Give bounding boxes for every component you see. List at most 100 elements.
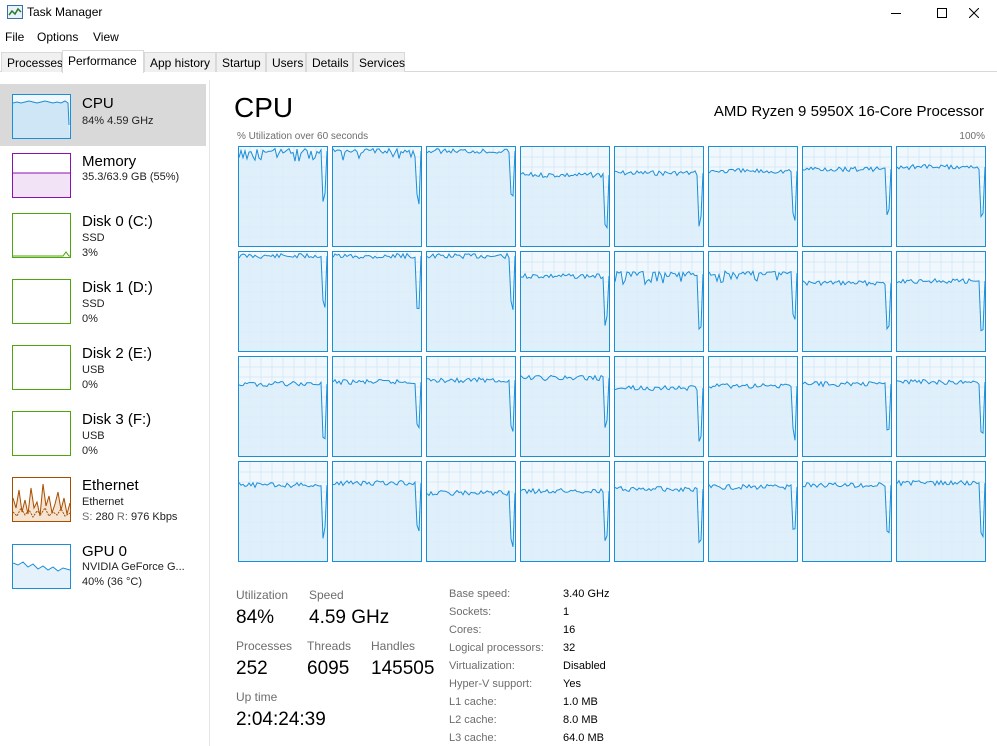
logical-processor-graph	[426, 356, 516, 457]
logical-processor-graph	[802, 356, 892, 457]
spec-label: Sockets:	[449, 606, 492, 618]
logical-processor-graph	[802, 461, 892, 562]
graph-caption: % Utilization over 60 seconds	[237, 131, 369, 142]
tab-processes[interactable]: Processes	[1, 52, 63, 72]
logical-processor-graph	[614, 251, 704, 352]
disk-1-mini-graph	[12, 279, 71, 324]
uptime-value: 2:04:24:39	[236, 709, 326, 730]
disk-0-label: Disk 0 (C:)	[82, 213, 153, 230]
tab-app-history[interactable]: App history	[144, 52, 216, 72]
disk-0-mini-graph-line	[13, 251, 70, 257]
minimize-icon	[891, 13, 901, 14]
gpu-model: NVIDIA GeForce G...	[82, 561, 185, 573]
menu-options[interactable]: Options	[37, 30, 78, 44]
spec-value: 8.0 MB	[563, 714, 598, 726]
cpu-summary: 84% 4.59 GHz	[82, 115, 154, 127]
cpu-mini-graph-line	[13, 100, 70, 138]
logical-processor-graph	[614, 461, 704, 562]
spec-label: Base speed:	[449, 588, 511, 600]
tab-details[interactable]: Details	[306, 52, 353, 72]
cpu-detail-panel: CPU AMD Ryzen 9 5950X 16-Core Processor …	[211, 80, 997, 746]
sidebar-item-gpu-0[interactable]: GPU 0 NVIDIA GeForce G... 40% (36 °C)	[0, 536, 206, 598]
memory-summary: 35.3/63.9 GB (55%)	[82, 171, 180, 183]
memory-mini-graph	[12, 153, 71, 198]
disk-1-type: SSD	[82, 298, 105, 310]
ethernet-mini-graph-lines	[13, 483, 70, 521]
logical-processor-graph	[332, 146, 422, 247]
logical-processor-graph	[896, 356, 986, 457]
close-icon	[969, 8, 979, 18]
maximize-icon	[937, 8, 947, 18]
sidebar-item-disk-3[interactable]: Disk 3 (F:) USB 0%	[0, 404, 206, 466]
sidebar-item-disk-1[interactable]: Disk 1 (D:) SSD 0%	[0, 272, 206, 334]
minimize-button[interactable]	[873, 0, 919, 26]
tab-users[interactable]: Users	[266, 52, 306, 72]
spec-value: 1.0 MB	[563, 696, 598, 708]
logical-processor-graph	[238, 356, 328, 457]
logical-processor-graph	[708, 356, 798, 457]
disk-3-usage: 0%	[82, 445, 98, 457]
logical-processor-graph	[238, 251, 328, 352]
logical-processor-graph	[614, 356, 704, 457]
ethernet-adapter: Ethernet	[82, 496, 124, 508]
spec-value: 64.0 MB	[563, 732, 604, 744]
sidebar-item-ethernet[interactable]: Ethernet Ethernet S: 280 R: 976 Kbps	[0, 470, 206, 532]
receive-value: 976 Kbps	[130, 511, 178, 523]
ethernet-throughput: S: 280 R: 976 Kbps	[82, 511, 177, 523]
spec-label: Cores:	[449, 624, 482, 636]
title-bar: Task Manager	[0, 0, 997, 26]
utilization-value: 84%	[236, 607, 275, 628]
uptime-label: Up time	[236, 690, 278, 704]
logical-processor-graph	[708, 461, 798, 562]
threads-label: Threads	[307, 639, 352, 653]
receive-label: R:	[116, 511, 128, 523]
sidebar-item-disk-2[interactable]: Disk 2 (E:) USB 0%	[0, 338, 206, 400]
memory-label: Memory	[82, 153, 137, 170]
logical-processor-graph	[426, 146, 516, 247]
utilization-label: Utilization	[236, 588, 289, 602]
resource-sidebar: CPU 84% 4.59 GHz Memory 35.3/63.9 GB (55…	[0, 80, 210, 746]
tab-startup[interactable]: Startup	[216, 52, 266, 72]
gpu-mini-graph	[12, 544, 71, 589]
logical-processor-graphs[interactable]	[238, 146, 986, 562]
logical-processor-graph	[520, 251, 610, 352]
sidebar-item-memory[interactable]: Memory 35.3/63.9 GB (55%)	[0, 146, 206, 208]
close-button[interactable]	[951, 0, 997, 26]
disk-2-usage: 0%	[82, 379, 98, 391]
disk-2-label: Disk 2 (E:)	[82, 345, 153, 362]
spec-label: Virtualization:	[449, 660, 515, 672]
disk-2-type: USB	[82, 364, 105, 376]
disk-1-label: Disk 1 (D:)	[82, 279, 153, 296]
menu-view[interactable]: View	[93, 30, 119, 44]
tab-strip: Processes Performance App history Startu…	[0, 50, 997, 73]
disk-3-label: Disk 3 (F:)	[82, 411, 152, 428]
tab-performance[interactable]: Performance	[62, 50, 144, 73]
logical-processor-graph	[520, 461, 610, 562]
window-title: Task Manager	[27, 5, 103, 19]
spec-value: Yes	[563, 678, 581, 690]
handles-value: 145505	[371, 658, 435, 679]
logical-processor-graph	[896, 251, 986, 352]
logical-processor-graph	[332, 251, 422, 352]
task-manager-icon	[7, 5, 23, 19]
send-label: S:	[82, 511, 93, 523]
sidebar-item-cpu[interactable]: CPU 84% 4.59 GHz	[0, 84, 206, 146]
gpu-usage: 40% (36 °C)	[82, 576, 143, 588]
ethernet-mini-graph	[12, 477, 71, 522]
speed-label: Speed	[309, 588, 344, 602]
disk-0-type: SSD	[82, 232, 105, 244]
sidebar-item-disk-0[interactable]: Disk 0 (C:) SSD 3%	[0, 206, 206, 268]
tab-services[interactable]: Services	[353, 52, 405, 72]
logical-processor-graph	[238, 461, 328, 562]
disk-2-mini-graph	[12, 345, 71, 390]
spec-value: 16	[563, 624, 576, 636]
spec-value: 1	[563, 606, 570, 618]
menu-file[interactable]: File	[5, 30, 24, 44]
cpu-mini-graph	[12, 94, 71, 139]
spec-label: L3 cache:	[449, 732, 497, 744]
gpu-mini-graph-line	[13, 561, 70, 588]
processes-label: Processes	[236, 639, 293, 653]
send-value: 280	[95, 511, 114, 523]
logical-processor-graph	[332, 356, 422, 457]
speed-value: 4.59 GHz	[309, 607, 390, 628]
